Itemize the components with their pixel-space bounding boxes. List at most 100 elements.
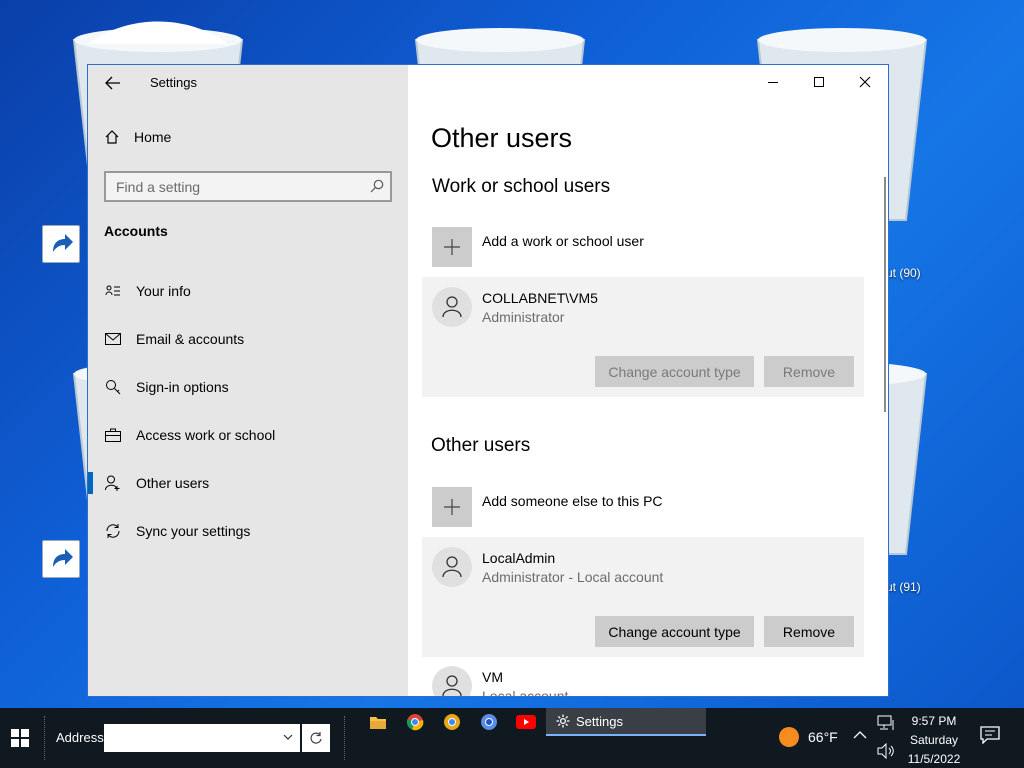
scrollbar-thumb[interactable] — [884, 177, 886, 412]
add-work-user-button[interactable]: Add a work or school user — [432, 227, 644, 267]
chrome-button-1[interactable] — [405, 712, 425, 732]
sidebar-item-label: Your info — [136, 283, 191, 299]
minimize-button[interactable] — [750, 65, 796, 99]
remove-button[interactable]: Remove — [764, 356, 854, 387]
user-name: LocalAdmin — [482, 550, 556, 566]
sidebar-item-email-accounts[interactable]: Email & accounts — [88, 315, 408, 363]
volume-button[interactable] — [877, 743, 895, 759]
search-box[interactable] — [104, 171, 392, 202]
sidebar-item-access-work[interactable]: Access work or school — [88, 411, 408, 459]
chrome-button-3[interactable] — [479, 712, 499, 732]
sidebar-item-label: Email & accounts — [136, 331, 245, 347]
chrome-icon — [406, 714, 424, 731]
folder-icon — [370, 717, 386, 729]
home-link[interactable]: Home — [104, 129, 171, 145]
network-button[interactable] — [877, 715, 895, 731]
search-input[interactable] — [106, 173, 346, 200]
notification-icon — [980, 726, 1000, 745]
back-button[interactable] — [98, 71, 128, 95]
user-role: Administrator — [482, 309, 565, 325]
taskbar: Address Settings 66°F 9:57 PM Saturday 1… — [0, 708, 1024, 768]
file-explorer-button[interactable] — [368, 712, 388, 732]
remove-button[interactable]: Remove — [764, 616, 854, 647]
address-box[interactable] — [104, 724, 300, 752]
id-card-icon — [104, 282, 122, 300]
sun-icon — [779, 727, 799, 747]
speaker-icon — [877, 743, 894, 759]
chrome-canary-icon — [444, 714, 460, 730]
sidebar-item-label: Sign-in options — [136, 379, 229, 395]
user-role: Local account — [482, 688, 569, 696]
sidebar-item-sync-settings[interactable]: Sync your settings — [88, 507, 408, 555]
youtube-button[interactable] — [516, 712, 536, 732]
user-name: COLLABNET\VM5 — [482, 290, 598, 306]
sidebar-item-label: Sync your settings — [136, 523, 251, 539]
add-person-icon — [104, 474, 122, 492]
minimize-icon — [768, 82, 778, 83]
start-button[interactable] — [0, 708, 40, 768]
user-card-collabnet[interactable]: COLLABNET\VM5 Administrator Change accou… — [422, 277, 864, 397]
taskbar-settings-button[interactable]: Settings — [546, 708, 706, 736]
add-other-user-button[interactable]: Add someone else to this PC — [432, 487, 663, 527]
avatar — [432, 547, 472, 587]
desktop-shortcut-1[interactable] — [42, 225, 80, 263]
clock-day: Saturday — [909, 733, 959, 747]
section-label-accounts: Accounts — [104, 223, 168, 239]
chromium-icon — [481, 714, 497, 730]
sidebar-item-sign-in-options[interactable]: Sign-in options — [88, 363, 408, 411]
refresh-icon — [310, 732, 322, 744]
notification-center-button[interactable] — [980, 726, 1000, 749]
person-icon — [442, 556, 462, 578]
home-label: Home — [134, 129, 172, 145]
sidebar-item-label: Other users — [136, 475, 210, 491]
change-account-type-button[interactable]: Change account type — [595, 356, 754, 387]
gear-icon — [556, 714, 570, 728]
person-icon — [442, 296, 462, 318]
close-button[interactable] — [842, 65, 888, 99]
taskbar-separator — [344, 716, 346, 760]
weather-widget[interactable]: 66°F — [778, 726, 838, 748]
user-card-localadmin[interactable]: LocalAdmin Administrator - Local account… — [422, 537, 864, 657]
nav-list: Your info Email & accounts Sign-in optio… — [88, 267, 408, 555]
back-arrow-icon — [105, 76, 120, 90]
plus-icon — [444, 499, 460, 515]
address-go-button[interactable] — [302, 724, 330, 752]
network-icon — [877, 715, 894, 730]
content-pane: Other users Work or school users Add a w… — [408, 65, 888, 696]
key-icon — [104, 378, 122, 396]
youtube-icon — [516, 715, 536, 729]
user-card-vm[interactable]: VM Local account — [422, 656, 864, 696]
sidebar-item-your-info[interactable]: Your info — [88, 267, 408, 315]
show-hidden-icons-button[interactable] — [853, 730, 867, 740]
user-name: VM — [482, 669, 503, 685]
sync-icon — [104, 522, 122, 540]
shortcut-arrow-icon — [53, 549, 73, 567]
desktop-shortcut-2[interactable] — [42, 540, 80, 578]
chevron-down-icon[interactable] — [282, 730, 294, 748]
avatar — [432, 666, 472, 696]
close-icon — [859, 76, 871, 88]
sidebar-item-other-users[interactable]: Other users — [88, 459, 408, 507]
plus-tile — [432, 227, 472, 267]
search-icon[interactable] — [370, 179, 384, 196]
page-title: Other users — [431, 123, 573, 153]
change-account-type-button[interactable]: Change account type — [595, 616, 754, 647]
maximize-icon — [814, 77, 824, 87]
taskbar-clock[interactable]: 9:57 PM Saturday 11/5/2022 — [906, 712, 962, 768]
add-work-user-label: Add a work or school user — [482, 233, 644, 249]
maximize-button[interactable] — [796, 65, 842, 99]
sidebar-item-label: Access work or school — [136, 427, 276, 443]
sidebar: Settings Home Accounts Your info — [88, 65, 408, 696]
briefcase-icon — [104, 426, 122, 444]
desktop-icon-label-1: ut (90) — [886, 266, 921, 280]
window-controls — [750, 65, 888, 99]
person-icon — [442, 675, 462, 696]
home-icon — [105, 130, 119, 144]
address-input[interactable] — [104, 724, 272, 752]
app-title: Settings — [150, 75, 197, 90]
clock-time: 9:57 PM — [911, 714, 957, 728]
windows-logo-icon — [11, 729, 29, 747]
chrome-button-2[interactable] — [442, 712, 462, 732]
clock-date: 11/5/2022 — [907, 752, 961, 766]
taskbar-task-label: Settings — [576, 713, 623, 729]
